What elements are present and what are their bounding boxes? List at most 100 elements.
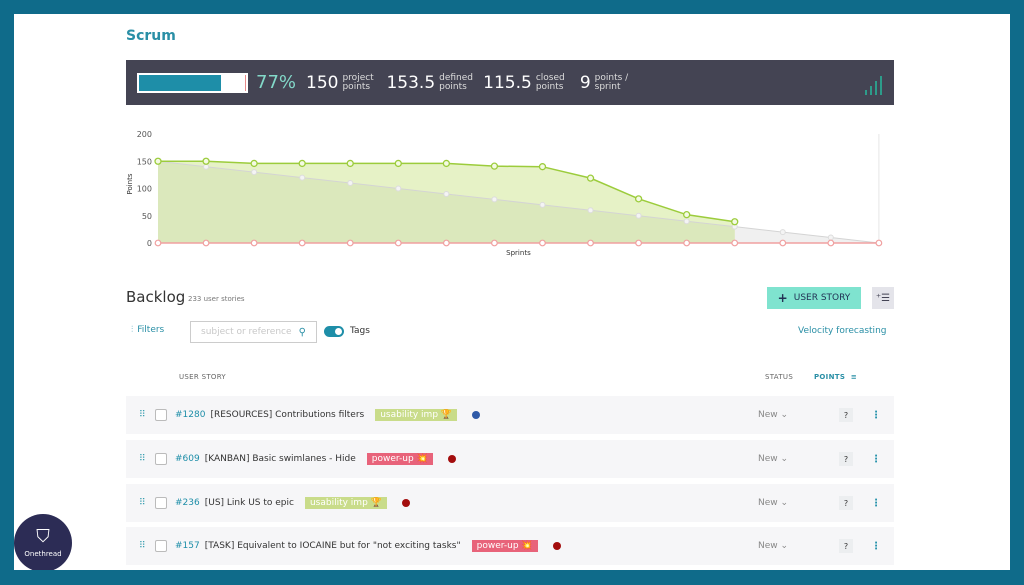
status-dropdown[interactable]: New ⌄ — [758, 410, 788, 420]
chevron-down-icon: ⌄ — [780, 454, 789, 464]
backlog-title: Backlog — [126, 288, 186, 306]
increment-point — [683, 239, 691, 247]
add-user-story-label: USER STORY — [793, 293, 851, 303]
backlog-row[interactable]: ⠿ #157 [TASK] Equivalent to IOCAINE but fo… — [126, 527, 894, 565]
progress-bar — [137, 72, 248, 93]
burndown-chart: 0 50 100 150 200 Points Sprints — [126, 130, 883, 257]
row-checkbox[interactable] — [155, 497, 167, 509]
points-per-sprint-value: 9 — [579, 72, 591, 93]
tags-toggle[interactable] — [324, 326, 344, 337]
optimal-point — [203, 163, 210, 170]
points-button[interactable]: ? — [839, 496, 853, 510]
progress-marker — [245, 74, 246, 91]
optimal-point — [347, 180, 354, 187]
drag-handle-icon[interactable]: ⠿ — [139, 410, 146, 419]
story-ref-link[interactable]: #1280 — [175, 410, 205, 420]
increment-point — [298, 239, 306, 247]
real-point — [250, 159, 258, 168]
more-options-icon[interactable]: ⋮ — [871, 541, 881, 552]
sliders-icon: ⫶ — [131, 325, 134, 335]
bulk-add-button[interactable]: ⁺☰ — [872, 287, 894, 309]
backlog-row[interactable]: ⠿ #1280 [RESOURCES] Contributions filters u… — [126, 396, 894, 434]
row-checkbox[interactable] — [155, 540, 167, 552]
add-user-story-button[interactable]: + USER STORY — [767, 287, 861, 309]
status-value: New — [758, 410, 778, 420]
story-subject-link[interactable]: [RESOURCES] Contributions filters — [210, 410, 364, 420]
real-point — [586, 174, 595, 182]
story-tag: power-up 💥 — [366, 453, 433, 465]
column-header-status[interactable]: STATUS — [765, 373, 793, 381]
more-options-icon[interactable]: ⋮ — [871, 454, 881, 465]
optimal-point — [395, 185, 402, 192]
priority-dot-icon — [552, 542, 561, 550]
increment-point — [394, 239, 402, 247]
drag-handle-icon[interactable]: ⠿ — [139, 541, 146, 550]
increment-point — [587, 239, 594, 247]
story-subject-link[interactable]: [TASK] Equivalent to IOCAINE but for "no… — [205, 541, 461, 551]
increment-point — [635, 239, 642, 247]
status-dropdown[interactable]: New ⌄ — [758, 498, 788, 508]
search-input[interactable]: subject or reference ⚲ — [190, 321, 317, 343]
closed-points-label: closed points — [535, 72, 565, 92]
backlog-row[interactable]: ⠿ #236 [US] Link US to epic usability imp 🏆… — [126, 484, 894, 522]
real-point — [731, 218, 739, 226]
chevron-down-icon: ⌄ — [780, 498, 789, 508]
points-per-sprint-stat: 9 points / sprint — [580, 73, 629, 93]
search-icon: ⚲ — [298, 326, 306, 338]
bulk-add-list-icon: ⁺☰ — [875, 292, 891, 304]
page-title: Scrum — [126, 28, 176, 44]
row-checkbox[interactable] — [155, 453, 167, 465]
drag-handle-icon[interactable]: ⠿ — [139, 498, 146, 507]
status-dropdown[interactable]: New ⌄ — [758, 541, 788, 551]
project-points-label: project points — [342, 72, 374, 92]
optimal-point — [827, 234, 834, 241]
increment-point — [827, 239, 835, 247]
x-axis-label: Sprints — [506, 249, 531, 257]
real-point — [490, 162, 499, 170]
progress-percent: 77% — [256, 72, 297, 93]
tags-label: Tags — [350, 326, 370, 336]
user-story: #1280 [RESOURCES] Contributions filters us… — [175, 409, 481, 421]
filters-button[interactable]: ⫶ Filters — [131, 325, 164, 335]
increment-point — [202, 239, 210, 247]
y-tick-label: 100 — [137, 185, 152, 194]
status-dropdown[interactable]: New ⌄ — [758, 454, 788, 464]
velocity-forecasting-link[interactable]: Velocity forecasting — [798, 326, 886, 336]
more-options-icon[interactable]: ⋮ — [871, 498, 881, 509]
backlog-row[interactable]: ⠿ #609 [KANBAN] Basic swimlanes - Hide powe… — [126, 440, 894, 478]
story-ref-link[interactable]: #236 — [175, 498, 200, 508]
closed-points-value: 115.5 — [483, 72, 532, 93]
y-tick-label: 200 — [137, 130, 152, 139]
status-value: New — [758, 498, 778, 508]
story-ref-link[interactable]: #609 — [175, 454, 200, 464]
project-points-value: 150 — [306, 72, 339, 93]
drag-handle-icon[interactable]: ⠿ — [139, 454, 146, 463]
y-tick-label: 150 — [137, 157, 152, 166]
column-header-user-story[interactable]: USER STORY — [179, 373, 226, 381]
optimal-point — [635, 212, 642, 219]
column-header-points[interactable]: POINTS ≡ — [814, 373, 857, 381]
points-button[interactable]: ? — [839, 408, 853, 422]
increment-point — [731, 239, 739, 247]
more-options-icon[interactable]: ⋮ — [871, 410, 881, 421]
search-placeholder: subject or reference — [201, 327, 292, 337]
real-point — [394, 159, 402, 168]
story-tag: power-up 💥 — [471, 540, 538, 552]
story-ref-link[interactable]: #157 — [175, 541, 200, 551]
backlog-count: 233 user stories — [188, 295, 245, 303]
points-button[interactable]: ? — [839, 452, 853, 466]
real-point — [202, 157, 210, 165]
optimal-point — [779, 229, 786, 236]
real-point — [538, 163, 547, 171]
optimal-point — [251, 169, 258, 176]
increment-point — [539, 239, 546, 247]
defined-points-stat: 153.5 defined points — [386, 73, 473, 93]
row-checkbox[interactable] — [155, 409, 167, 421]
points-button[interactable]: ? — [839, 539, 853, 553]
signal-bars-icon — [865, 76, 882, 95]
priority-dot-icon — [472, 411, 481, 419]
story-subject-link[interactable]: [KANBAN] Basic swimlanes - Hide — [205, 454, 356, 464]
story-subject-link[interactable]: [US] Link US to epic — [205, 498, 294, 508]
story-tag: usability imp 🏆 — [375, 409, 458, 421]
sort-filter-icon: ≡ — [850, 373, 858, 381]
